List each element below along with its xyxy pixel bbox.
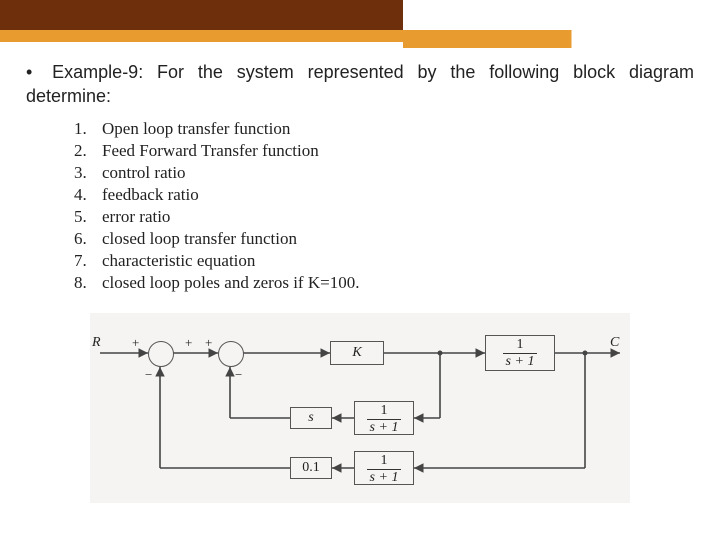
list-item: 6.closed loop transfer function bbox=[74, 229, 694, 249]
summing-junction-2 bbox=[218, 341, 244, 367]
plus-sign: + bbox=[185, 335, 192, 351]
block-outer-feedback-tf: 1 s + 1 bbox=[354, 451, 414, 485]
list-item: 4.feedback ratio bbox=[74, 185, 694, 205]
input-label: R bbox=[92, 335, 101, 351]
block-inner-feedback-tf: 1 s + 1 bbox=[354, 401, 414, 435]
prompt-text: Example-9: For the system represented by… bbox=[26, 62, 694, 106]
block-diagram: R + C + − + − K 1 s + 1 s 1 s + 1 0.1 bbox=[90, 313, 630, 503]
minus-sign: − bbox=[145, 367, 152, 383]
list-item: 5.error ratio bbox=[74, 207, 694, 227]
slide-content: • Example-9: For the system represented … bbox=[0, 48, 720, 503]
plus-sign: + bbox=[205, 335, 212, 351]
question-list: 1.Open loop transfer function 2.Feed For… bbox=[74, 119, 694, 293]
minus-sign: − bbox=[235, 367, 242, 383]
list-item: 2.Feed Forward Transfer function bbox=[74, 141, 694, 161]
block-inner-feedback-s: s bbox=[290, 407, 332, 429]
plus-sign: + bbox=[132, 335, 139, 351]
list-item: 1.Open loop transfer function bbox=[74, 119, 694, 139]
list-item: 8.closed loop poles and zeros if K=100. bbox=[74, 273, 694, 293]
output-label: C bbox=[610, 335, 619, 351]
block-outer-feedback-gain: 0.1 bbox=[290, 457, 332, 479]
block-K: K bbox=[330, 341, 384, 365]
block-forward-tf: 1 s + 1 bbox=[485, 335, 555, 371]
list-item: 3.control ratio bbox=[74, 163, 694, 183]
bullet-icon: • bbox=[26, 62, 32, 82]
slide-header-decoration bbox=[0, 0, 720, 48]
summing-junction-1 bbox=[148, 341, 174, 367]
list-item: 7.characteristic equation bbox=[74, 251, 694, 271]
example-prompt: • Example-9: For the system represented … bbox=[26, 60, 694, 109]
